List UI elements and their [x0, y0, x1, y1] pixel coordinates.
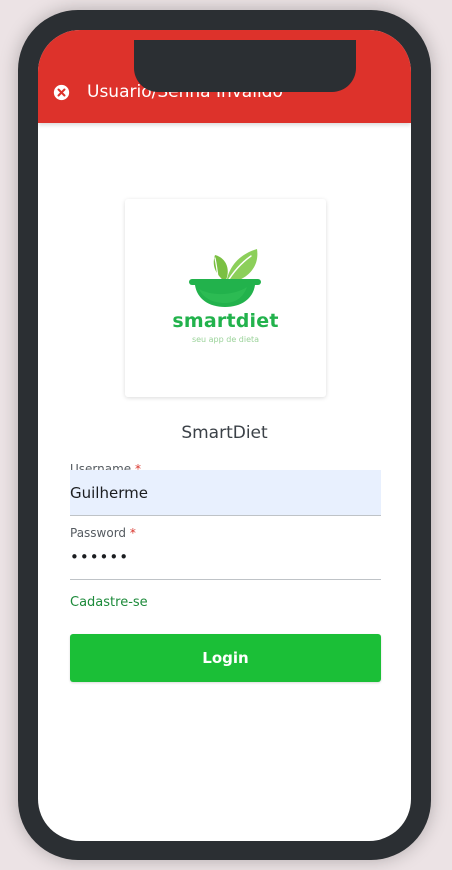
password-value: ••••••: [70, 548, 130, 566]
register-link[interactable]: Cadastre-se: [70, 595, 148, 611]
username-input[interactable]: Guilherme: [70, 470, 381, 516]
password-input[interactable]: ••••••: [70, 534, 381, 580]
logo-card: smartdiet seu app de dieta: [125, 199, 326, 397]
app-screen: Usuario/Senha Invalido smartdiet seu app…: [38, 30, 411, 841]
salad-bowl-logo-icon: [189, 249, 261, 307]
phone-notch: [134, 40, 356, 92]
login-button[interactable]: Login: [70, 634, 381, 682]
app-title: SmartDiet: [181, 423, 268, 443]
phone-frame: Usuario/Senha Invalido smartdiet seu app…: [18, 10, 431, 860]
close-circle-icon[interactable]: [53, 84, 70, 101]
logo-wordmark: smartdiet: [172, 310, 279, 332]
username-value: Guilherme: [70, 484, 148, 502]
logo-tagline: seu app de dieta: [191, 335, 260, 344]
